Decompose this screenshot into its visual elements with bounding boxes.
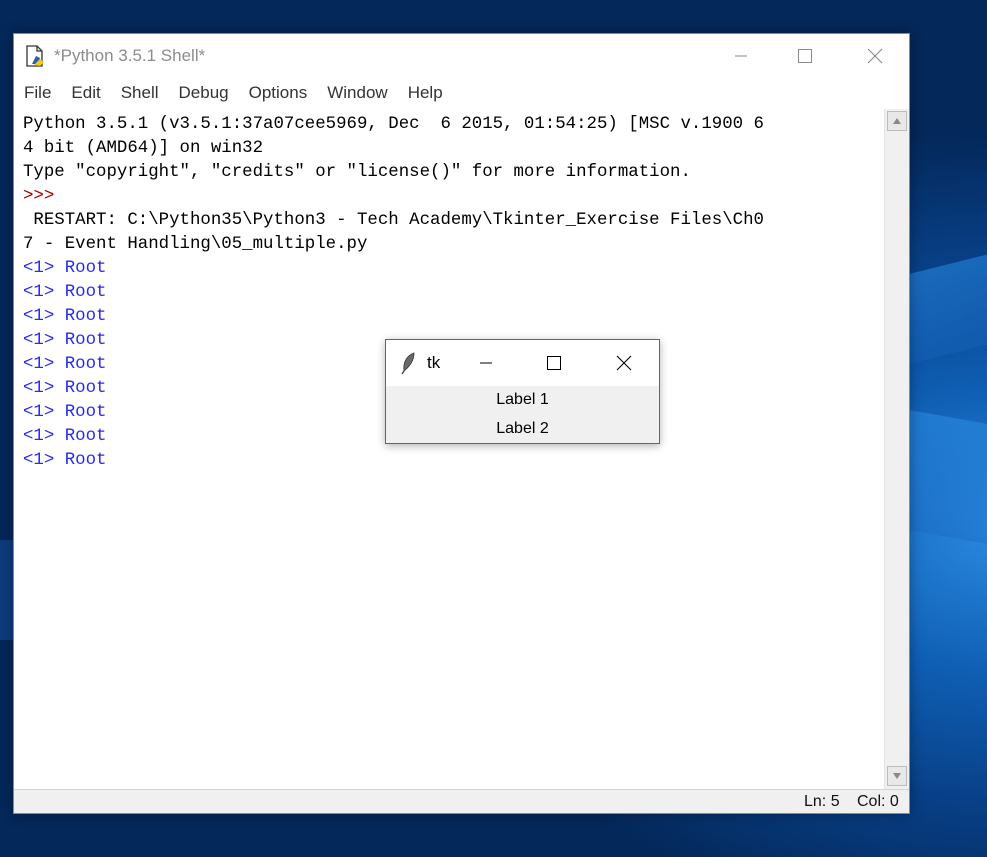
tk-feather-icon: [400, 352, 418, 379]
tk-maximize-button[interactable]: [529, 340, 579, 386]
status-bar: Ln: 5 Col: 0: [14, 789, 909, 813]
tk-label-2: Label 2: [496, 420, 549, 437]
maximize-icon: [547, 356, 561, 370]
tk-label-1: Label 1: [496, 391, 549, 408]
minimize-icon: [735, 55, 747, 57]
shell-output-line: <1> Root: [23, 355, 107, 374]
shell-line: Type "copyright", "credits" or "license(…: [23, 163, 691, 182]
maximize-button[interactable]: [775, 34, 835, 78]
shell-line: 7 - Event Handling\05_multiple.py: [23, 235, 368, 254]
minimize-button[interactable]: [711, 34, 771, 78]
window-title: *Python 3.5.1 Shell*: [54, 46, 206, 65]
shell-output-line: <1> Root: [23, 331, 107, 350]
shell-output-line: <1> Root: [23, 307, 107, 326]
shell-output-line: <1> Root: [23, 451, 107, 470]
shell-prompt: >>>: [23, 187, 55, 206]
tk-window-title: tk: [427, 353, 441, 372]
menu-shell[interactable]: Shell: [111, 83, 169, 103]
menu-edit[interactable]: Edit: [61, 83, 110, 103]
menu-bar: File Edit Shell Debug Options Window Hel…: [14, 80, 909, 106]
shell-output-line: <1> Root: [23, 283, 107, 302]
close-icon: [616, 355, 632, 371]
menu-options[interactable]: Options: [239, 83, 318, 103]
shell-output-line: <1> Root: [23, 379, 107, 398]
close-icon: [867, 48, 883, 64]
python-idle-icon: [24, 44, 48, 68]
tk-minimize-button[interactable]: [461, 340, 511, 386]
status-column-number: Col: 0: [857, 793, 899, 810]
scroll-up-button[interactable]: [887, 111, 907, 131]
shell-line: Python 3.5.1 (v3.5.1:37a07cee5969, Dec 6…: [23, 115, 764, 134]
menu-window[interactable]: Window: [317, 83, 397, 103]
status-line-number: Ln: 5: [804, 793, 840, 810]
shell-line: RESTART: C:\Python35\Python3 - Tech Acad…: [23, 211, 764, 230]
idle-titlebar[interactable]: *Python 3.5.1 Shell*: [14, 34, 909, 78]
close-button[interactable]: [845, 34, 905, 78]
shell-output-line: <1> Root: [23, 427, 107, 446]
chevron-up-icon: [893, 118, 901, 124]
chevron-down-icon: [893, 773, 901, 779]
tk-close-button[interactable]: [599, 340, 649, 386]
maximize-icon: [798, 49, 812, 63]
desktop-light-beam: [905, 409, 987, 551]
tk-titlebar[interactable]: tk: [386, 340, 659, 386]
tk-window: tk Label 1 Label 2: [385, 339, 660, 444]
shell-line: 4 bit (AMD64)] on win32: [23, 139, 264, 158]
vertical-scrollbar[interactable]: [884, 109, 909, 789]
menu-help[interactable]: Help: [398, 83, 453, 103]
scroll-down-button[interactable]: [887, 766, 907, 786]
shell-output-line: <1> Root: [23, 403, 107, 422]
desktop-light-beam: [905, 245, 987, 365]
minimize-icon: [480, 362, 492, 364]
shell-output-line: <1> Root: [23, 259, 107, 278]
menu-file[interactable]: File: [14, 83, 61, 103]
menu-debug[interactable]: Debug: [169, 83, 239, 103]
shell-text-area[interactable]: Python 3.5.1 (v3.5.1:37a07cee5969, Dec 6…: [14, 109, 884, 789]
